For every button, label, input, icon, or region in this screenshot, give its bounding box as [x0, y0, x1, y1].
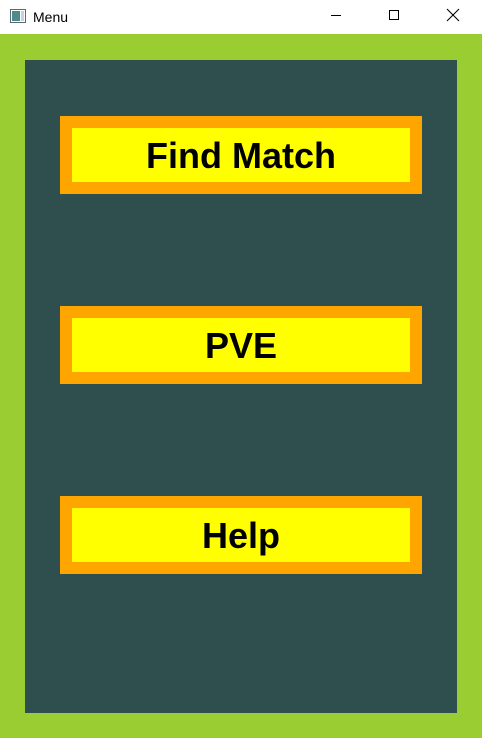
pve-button[interactable]: PVE: [60, 306, 422, 384]
window-title: Menu: [33, 9, 69, 25]
find-match-label: Find Match: [146, 135, 336, 176]
help-button[interactable]: Help: [60, 496, 422, 574]
outer-background: Find Match PVE Help: [0, 34, 482, 738]
find-match-button[interactable]: Find Match: [60, 116, 422, 194]
menu-window: Menu Find Match PVE Help: [0, 0, 482, 738]
close-button[interactable]: [424, 0, 482, 34]
maximize-button[interactable]: [365, 0, 423, 34]
pve-label: PVE: [204, 325, 278, 366]
maximize-icon: [388, 8, 400, 26]
title-bar[interactable]: Menu: [0, 0, 482, 34]
minimize-icon: [330, 8, 342, 26]
app-window-icon: [10, 9, 26, 23]
close-icon: [446, 8, 460, 27]
menu-panel: Find Match PVE Help: [25, 60, 457, 713]
help-label: Help: [201, 515, 280, 556]
minimize-button[interactable]: [307, 0, 365, 34]
